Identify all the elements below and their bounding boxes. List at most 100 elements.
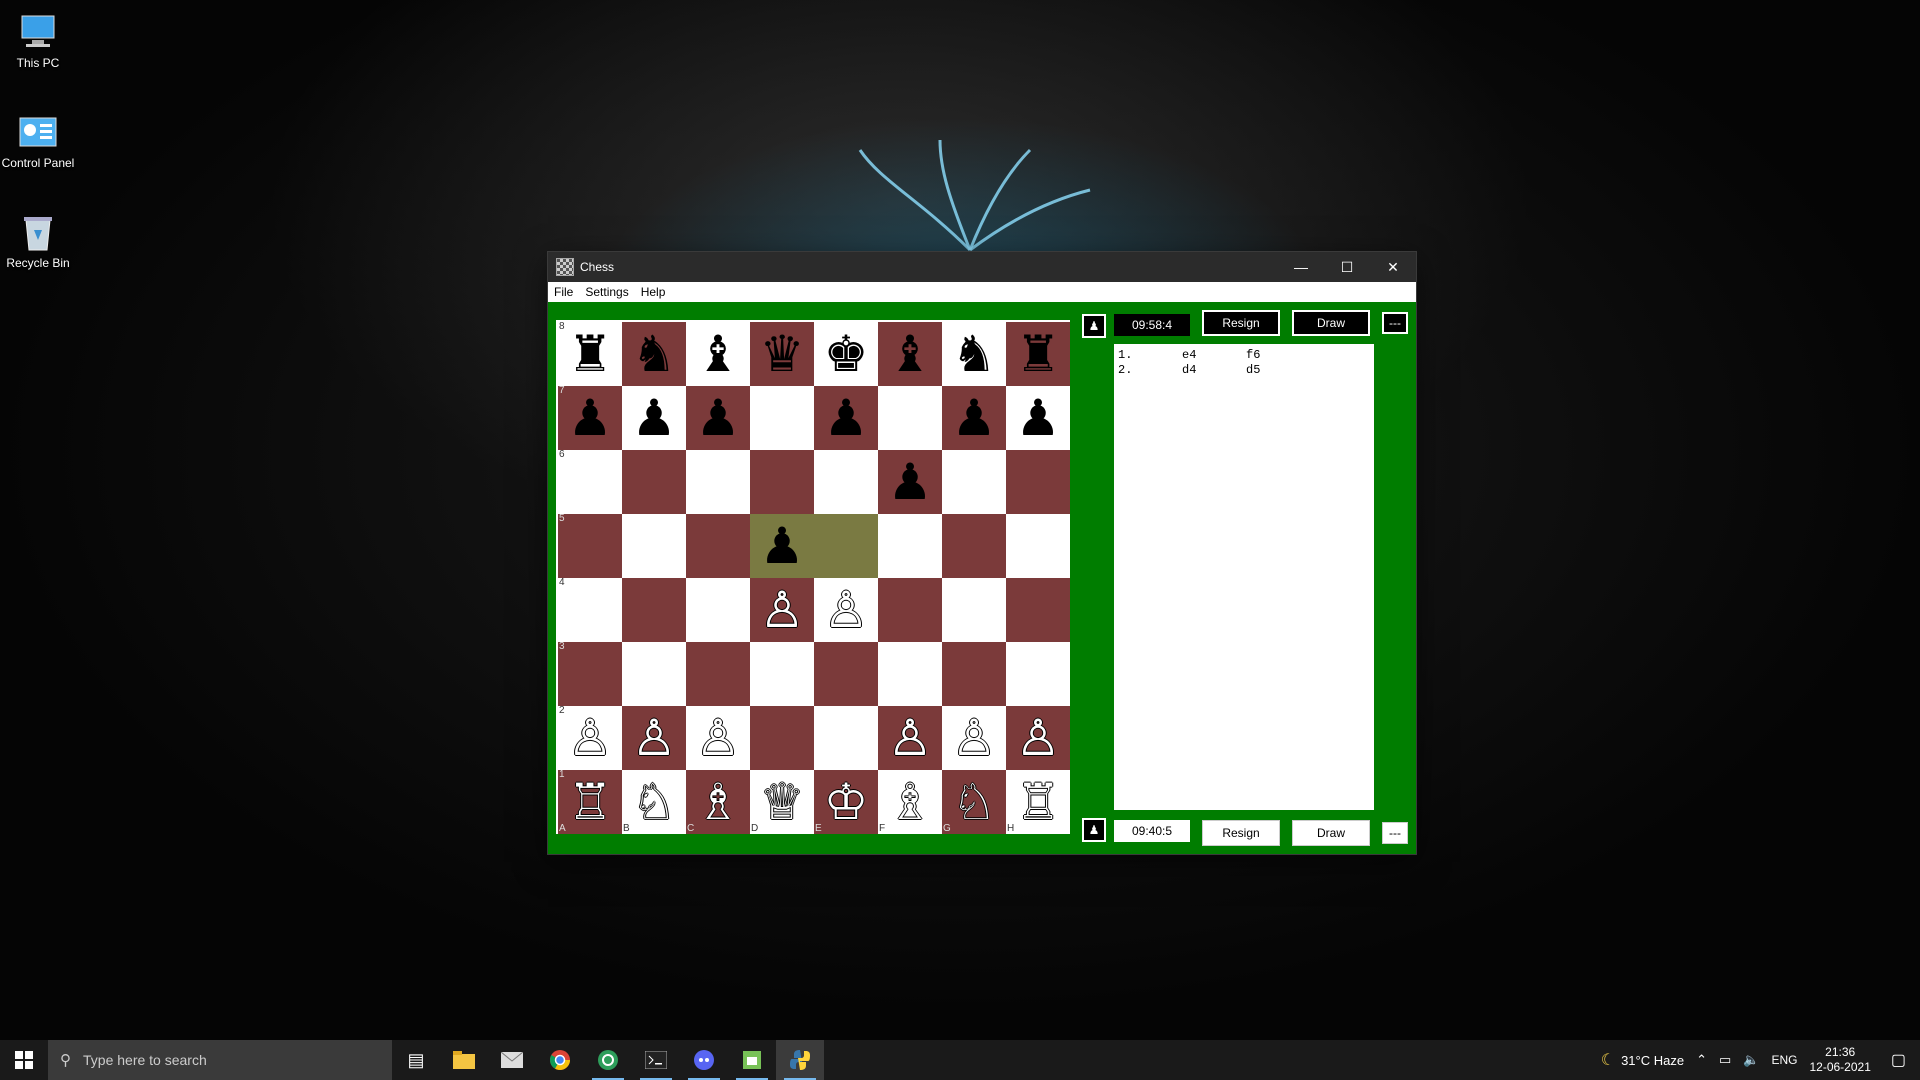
maximize-button[interactable]: ☐ bbox=[1324, 252, 1370, 282]
square-h4[interactable] bbox=[1006, 578, 1070, 642]
square-a3[interactable]: 3 bbox=[558, 642, 622, 706]
white-piece-a1[interactable]: ♖ bbox=[568, 777, 613, 827]
square-f8[interactable]: ♝ bbox=[878, 322, 942, 386]
square-e5[interactable] bbox=[814, 514, 878, 578]
desktop-icon-control-panel[interactable]: Control Panel bbox=[0, 100, 76, 170]
volume-icon[interactable]: 🔈 bbox=[1737, 1052, 1765, 1068]
square-f2[interactable]: ♙ bbox=[878, 706, 942, 770]
square-d2[interactable] bbox=[750, 706, 814, 770]
white-piece-f2[interactable]: ♙ bbox=[888, 713, 933, 763]
black-more-button[interactable]: --- bbox=[1382, 312, 1408, 334]
square-h7[interactable]: ♟ bbox=[1006, 386, 1070, 450]
white-piece-h2[interactable]: ♙ bbox=[1016, 713, 1061, 763]
white-piece-d1[interactable]: ♕ bbox=[760, 777, 805, 827]
menu-file[interactable]: File bbox=[548, 285, 579, 299]
black-piece-d5[interactable]: ♟ bbox=[760, 521, 805, 571]
square-e4[interactable]: ♙ bbox=[814, 578, 878, 642]
chevron-up-icon[interactable]: ⌃ bbox=[1690, 1052, 1713, 1068]
square-c4[interactable] bbox=[686, 578, 750, 642]
square-h3[interactable] bbox=[1006, 642, 1070, 706]
square-e3[interactable] bbox=[814, 642, 878, 706]
square-a1[interactable]: 1 A ♖ bbox=[558, 770, 622, 834]
taskbar-search-box[interactable]: ⚲ Type here to search bbox=[48, 1040, 392, 1080]
square-g7[interactable]: ♟ bbox=[942, 386, 1006, 450]
square-a6[interactable]: 6 bbox=[558, 450, 622, 514]
black-piece-a7[interactable]: ♟ bbox=[568, 393, 613, 443]
title-bar[interactable]: Chess — ☐ ✕ bbox=[548, 252, 1416, 282]
square-b8[interactable]: ♞ bbox=[622, 322, 686, 386]
square-d6[interactable] bbox=[750, 450, 814, 514]
white-piece-h1[interactable]: ♖ bbox=[1016, 777, 1061, 827]
menu-help[interactable]: Help bbox=[635, 285, 672, 299]
python-icon[interactable] bbox=[776, 1040, 824, 1080]
square-f6[interactable]: ♟ bbox=[878, 450, 942, 514]
square-b2[interactable]: ♙ bbox=[622, 706, 686, 770]
task-view-icon[interactable]: ▤ bbox=[392, 1040, 440, 1080]
desktop-icon-recycle-bin[interactable]: Recycle Bin bbox=[0, 200, 76, 270]
square-c7[interactable]: ♟ bbox=[686, 386, 750, 450]
black-piece-g8[interactable]: ♞ bbox=[952, 329, 997, 379]
square-h6[interactable] bbox=[1006, 450, 1070, 514]
white-piece-e1[interactable]: ♔ bbox=[824, 777, 869, 827]
square-c1[interactable]: C ♗ bbox=[686, 770, 750, 834]
network-icon[interactable]: ▭ bbox=[1713, 1052, 1737, 1068]
square-b1[interactable]: B ♘ bbox=[622, 770, 686, 834]
chrome-icon[interactable] bbox=[536, 1040, 584, 1080]
square-c2[interactable]: ♙ bbox=[686, 706, 750, 770]
square-a5[interactable]: 5 bbox=[558, 514, 622, 578]
square-d5[interactable]: ♟ bbox=[750, 514, 814, 578]
square-g1[interactable]: G ♘ bbox=[942, 770, 1006, 834]
black-piece-b7[interactable]: ♟ bbox=[632, 393, 677, 443]
file-explorer-icon[interactable] bbox=[440, 1040, 488, 1080]
white-piece-g2[interactable]: ♙ bbox=[952, 713, 997, 763]
black-draw-button[interactable]: Draw bbox=[1292, 310, 1370, 336]
square-h1[interactable]: H ♖ bbox=[1006, 770, 1070, 834]
mail-icon[interactable] bbox=[488, 1040, 536, 1080]
black-piece-h7[interactable]: ♟ bbox=[1016, 393, 1061, 443]
square-d1[interactable]: D ♕ bbox=[750, 770, 814, 834]
white-piece-c1[interactable]: ♗ bbox=[696, 777, 741, 827]
square-b7[interactable]: ♟ bbox=[622, 386, 686, 450]
square-a2[interactable]: 2 ♙ bbox=[558, 706, 622, 770]
square-f5[interactable] bbox=[878, 514, 942, 578]
square-b4[interactable] bbox=[622, 578, 686, 642]
square-c3[interactable] bbox=[686, 642, 750, 706]
square-a7[interactable]: 7 ♟ bbox=[558, 386, 622, 450]
square-e2[interactable] bbox=[814, 706, 878, 770]
square-f7[interactable] bbox=[878, 386, 942, 450]
minimize-button[interactable]: — bbox=[1278, 252, 1324, 282]
start-button[interactable] bbox=[0, 1040, 48, 1080]
square-c6[interactable] bbox=[686, 450, 750, 514]
square-c5[interactable] bbox=[686, 514, 750, 578]
green-app-icon[interactable] bbox=[584, 1040, 632, 1080]
black-piece-c7[interactable]: ♟ bbox=[696, 393, 741, 443]
menu-settings[interactable]: Settings bbox=[579, 285, 634, 299]
square-g2[interactable]: ♙ bbox=[942, 706, 1006, 770]
black-piece-e7[interactable]: ♟ bbox=[824, 393, 869, 443]
square-e7[interactable]: ♟ bbox=[814, 386, 878, 450]
black-piece-a8[interactable]: ♜ bbox=[568, 329, 613, 379]
square-e8[interactable]: ♚ bbox=[814, 322, 878, 386]
square-h8[interactable]: ♜ bbox=[1006, 322, 1070, 386]
black-piece-c8[interactable]: ♝ bbox=[696, 329, 741, 379]
close-button[interactable]: ✕ bbox=[1370, 252, 1416, 282]
white-piece-d4[interactable]: ♙ bbox=[760, 585, 805, 635]
white-draw-button[interactable]: Draw bbox=[1292, 820, 1370, 846]
white-resign-button[interactable]: Resign bbox=[1202, 820, 1280, 846]
square-a4[interactable]: 4 bbox=[558, 578, 622, 642]
black-piece-e8[interactable]: ♚ bbox=[824, 329, 869, 379]
black-resign-button[interactable]: Resign bbox=[1202, 310, 1280, 336]
square-f4[interactable] bbox=[878, 578, 942, 642]
white-piece-b1[interactable]: ♘ bbox=[632, 777, 677, 827]
white-piece-f1[interactable]: ♗ bbox=[888, 777, 933, 827]
square-g5[interactable] bbox=[942, 514, 1006, 578]
black-piece-b8[interactable]: ♞ bbox=[632, 329, 677, 379]
square-h2[interactable]: ♙ bbox=[1006, 706, 1070, 770]
square-g6[interactable] bbox=[942, 450, 1006, 514]
black-piece-f6[interactable]: ♟ bbox=[888, 457, 933, 507]
square-a8[interactable]: 8 ♜ bbox=[558, 322, 622, 386]
square-e6[interactable] bbox=[814, 450, 878, 514]
square-g4[interactable] bbox=[942, 578, 1006, 642]
white-piece-g1[interactable]: ♘ bbox=[952, 777, 997, 827]
discord-icon[interactable] bbox=[680, 1040, 728, 1080]
